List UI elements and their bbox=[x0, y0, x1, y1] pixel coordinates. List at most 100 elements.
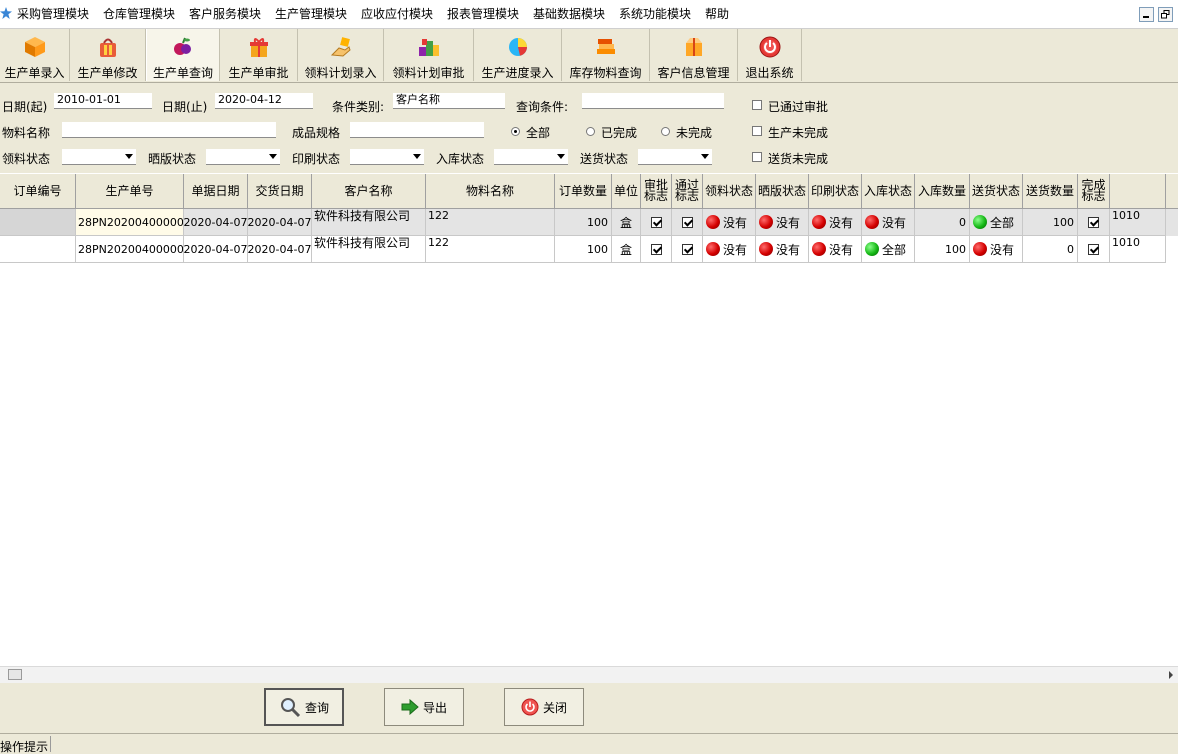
menu-help[interactable]: 帮助 bbox=[705, 7, 729, 21]
column-header[interactable]: 客户名称 bbox=[312, 174, 426, 208]
toolbar-button-pick-plan-create[interactable]: 领料计划录入 bbox=[298, 29, 384, 81]
ship-status-select[interactable] bbox=[638, 149, 712, 165]
print-status-select[interactable] bbox=[350, 149, 424, 165]
column-header[interactable]: 订单数量 bbox=[555, 174, 612, 208]
approved-checkbox[interactable] bbox=[752, 100, 762, 110]
production-order-grid[interactable]: 订单编号 生产单号 单据日期 交货日期 客户名称 物料名称 订单数量 单位 审批 标志 通过 标志… bbox=[0, 174, 1178, 666]
toolbar-button-pick-plan-approve[interactable]: 领料计划审批 bbox=[384, 29, 474, 81]
row-checkbox[interactable] bbox=[650, 216, 662, 228]
column-header[interactable]: 通过 标志 bbox=[672, 174, 703, 208]
cell-instock-status[interactable]: 没有 bbox=[862, 209, 915, 236]
menu-purchase[interactable]: 采购管理模块 bbox=[17, 7, 89, 21]
column-header[interactable]: 审批 标志 bbox=[641, 174, 672, 208]
cell-doc-date[interactable]: 2020-04-07 bbox=[184, 236, 248, 263]
scrollbar-thumb[interactable] bbox=[8, 669, 22, 680]
radio-done[interactable] bbox=[586, 127, 595, 136]
cell-customer[interactable]: 软件科技有限公司 bbox=[312, 209, 426, 236]
cell-material[interactable]: 122 bbox=[426, 209, 555, 236]
export-button[interactable]: 导出 bbox=[384, 688, 464, 726]
toolbar-button-stock-query[interactable]: 库存物料查询 bbox=[562, 29, 650, 81]
column-header[interactable]: 入库状态 bbox=[862, 174, 915, 208]
column-header[interactable]: 印刷状态 bbox=[809, 174, 862, 208]
minimize-button[interactable] bbox=[1139, 7, 1154, 22]
date-to-field[interactable]: 2020-04-12 bbox=[215, 93, 313, 109]
cell-unit[interactable]: 盒 bbox=[612, 209, 641, 236]
column-header[interactable]: 晒版状态 bbox=[756, 174, 809, 208]
column-header[interactable]: 领料状态 bbox=[703, 174, 756, 208]
product-spec-input[interactable] bbox=[350, 122, 484, 138]
cell-due-date[interactable]: 2020-04-07 bbox=[248, 209, 312, 236]
cell-material[interactable]: 122 bbox=[426, 236, 555, 263]
row-checkbox[interactable] bbox=[1088, 216, 1099, 228]
toolbar-button-create-order[interactable]: 生产单录入 bbox=[0, 29, 70, 81]
column-header[interactable]: 单据日期 bbox=[184, 174, 248, 208]
pick-status-select[interactable] bbox=[62, 149, 136, 165]
row-checkbox[interactable] bbox=[681, 243, 693, 255]
cell-order-no[interactable] bbox=[0, 209, 76, 236]
plate-status-select[interactable] bbox=[206, 149, 280, 165]
cell-ship-qty[interactable]: 100 bbox=[1023, 209, 1078, 236]
toolbar-button-edit-order[interactable]: 生产单修改 bbox=[70, 29, 146, 81]
menu-customer-service[interactable]: 客户服务模块 bbox=[189, 7, 261, 21]
cell-plate-status[interactable]: 没有 bbox=[756, 236, 809, 263]
toolbar-button-exit[interactable]: 退出系统 bbox=[738, 29, 802, 81]
menu-production[interactable]: 生产管理模块 bbox=[275, 7, 347, 21]
column-header[interactable]: 入库数量 bbox=[915, 174, 970, 208]
toolbar-button-customer-info[interactable]: 客户信息管理 bbox=[650, 29, 738, 81]
cell-ship-qty[interactable]: 0 bbox=[1023, 236, 1078, 263]
cell-doc-date[interactable]: 2020-04-07 bbox=[184, 209, 248, 236]
horizontal-scrollbar[interactable] bbox=[0, 666, 1178, 683]
toolbar-button-progress-entry[interactable]: 生产进度录入 bbox=[474, 29, 562, 81]
cell-unit[interactable]: 盒 bbox=[612, 236, 641, 263]
row-checkbox[interactable] bbox=[681, 216, 693, 228]
cell-extra[interactable]: 1010 bbox=[1110, 236, 1166, 263]
close-button[interactable]: 关闭 bbox=[504, 688, 584, 726]
production-undone-checkbox[interactable] bbox=[752, 126, 762, 136]
cell-done-flag[interactable] bbox=[1078, 236, 1110, 263]
cell-print-status[interactable]: 没有 bbox=[809, 209, 862, 236]
menu-warehouse[interactable]: 仓库管理模块 bbox=[103, 7, 175, 21]
cell-done-flag[interactable] bbox=[1078, 209, 1110, 236]
cell-pass-flag[interactable] bbox=[672, 236, 703, 263]
cell-print-status[interactable]: 没有 bbox=[809, 236, 862, 263]
column-header[interactable]: 单位 bbox=[612, 174, 641, 208]
cell-instock-qty[interactable]: 100 bbox=[915, 236, 970, 263]
column-header[interactable]: 订单编号 bbox=[0, 174, 76, 208]
cell-order-qty[interactable]: 100 bbox=[555, 236, 612, 263]
table-row[interactable]: 28PN202004000001 2020-04-07 2020-04-07 软件科技… bbox=[0, 209, 1178, 236]
column-header[interactable]: 送货状态 bbox=[970, 174, 1023, 208]
cell-order-no[interactable] bbox=[0, 236, 76, 263]
cell-pass-flag[interactable] bbox=[672, 209, 703, 236]
cell-approve-flag[interactable] bbox=[641, 209, 672, 236]
radio-undone[interactable] bbox=[661, 127, 670, 136]
row-checkbox[interactable] bbox=[650, 243, 662, 255]
material-name-input[interactable] bbox=[62, 122, 276, 138]
cell-approve-flag[interactable] bbox=[641, 236, 672, 263]
cell-production-no[interactable]: 28PN202004000002 bbox=[76, 236, 184, 263]
ship-undone-checkbox[interactable] bbox=[752, 152, 762, 162]
table-row[interactable]: 28PN202004000002 2020-04-07 2020-04-07 软件科技… bbox=[0, 236, 1178, 263]
radio-all[interactable] bbox=[511, 127, 520, 136]
cell-due-date[interactable]: 2020-04-07 bbox=[248, 236, 312, 263]
menu-system[interactable]: 系统功能模块 bbox=[619, 7, 691, 21]
menu-receivable-payable[interactable]: 应收应付模块 bbox=[361, 7, 433, 21]
cell-order-qty[interactable]: 100 bbox=[555, 209, 612, 236]
cell-ship-status[interactable]: 没有 bbox=[970, 236, 1023, 263]
toolbar-button-query-order[interactable]: 生产单查询 bbox=[146, 29, 220, 81]
date-from-field[interactable]: 2010-01-01 bbox=[54, 93, 152, 109]
column-header[interactable]: 送货数量 bbox=[1023, 174, 1078, 208]
cell-plate-status[interactable]: 没有 bbox=[756, 209, 809, 236]
row-checkbox[interactable] bbox=[1088, 243, 1099, 255]
cell-customer[interactable]: 软件科技有限公司 bbox=[312, 236, 426, 263]
scroll-right-icon[interactable] bbox=[1169, 671, 1173, 679]
menu-base-data[interactable]: 基础数据模块 bbox=[533, 7, 605, 21]
column-header[interactable]: 完成 标志 bbox=[1078, 174, 1110, 208]
query-condition-input[interactable] bbox=[582, 93, 724, 109]
restore-button[interactable] bbox=[1158, 7, 1173, 22]
instock-status-select[interactable] bbox=[494, 149, 568, 165]
cell-instock-qty[interactable]: 0 bbox=[915, 209, 970, 236]
column-header[interactable]: 交货日期 bbox=[248, 174, 312, 208]
toolbar-button-approve-order[interactable]: 生产单审批 bbox=[220, 29, 298, 81]
cell-extra[interactable]: 1010 bbox=[1110, 209, 1166, 236]
menu-reports[interactable]: 报表管理模块 bbox=[447, 7, 519, 21]
